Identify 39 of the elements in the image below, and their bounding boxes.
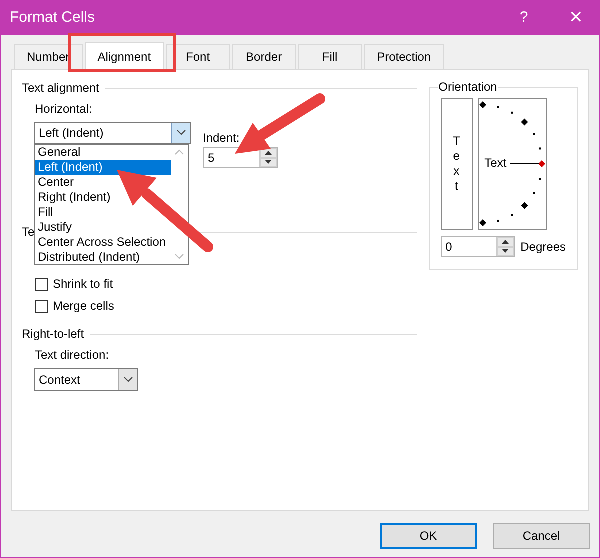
dropdown-option[interactable]: Fill bbox=[35, 205, 171, 220]
field-label: Degrees bbox=[520, 240, 566, 254]
chevron-down-icon bbox=[176, 130, 186, 136]
tab[interactable]: Protection bbox=[364, 44, 444, 69]
vertical-text-box[interactable]: Text bbox=[440, 98, 473, 230]
checkbox[interactable] bbox=[35, 278, 48, 290]
field-label: Horizontal: bbox=[34, 102, 94, 118]
text-direction-dropdown[interactable]: Context bbox=[34, 368, 138, 391]
dialog-button[interactable]: Cancel bbox=[493, 523, 590, 549]
indent-spinner[interactable]: 5 bbox=[203, 147, 278, 168]
dropdown-option[interactable]: Center bbox=[35, 175, 171, 190]
degrees-spinner[interactable]: 0 bbox=[440, 236, 515, 257]
chevron-down-icon bbox=[124, 376, 132, 382]
dialog-button[interactable]: OK bbox=[380, 523, 477, 549]
section-heading: Te bbox=[22, 225, 35, 239]
dropdown-option[interactable]: Distributed (Indent) bbox=[35, 250, 171, 265]
dropdown-option[interactable]: Justify bbox=[35, 220, 171, 235]
dropdown-option[interactable]: General bbox=[35, 145, 171, 160]
section-heading: Text alignment bbox=[22, 81, 100, 95]
tab[interactable]: Number bbox=[14, 44, 83, 69]
checkbox-label: Shrink to fit bbox=[53, 277, 114, 291]
tab[interactable]: Font bbox=[166, 44, 230, 69]
close-button[interactable]: ✕ bbox=[565, 7, 587, 28]
window-title: Format Cells bbox=[10, 9, 96, 26]
dropdown-option[interactable]: Right (Indent) bbox=[35, 190, 171, 205]
tab[interactable]: Fill bbox=[298, 44, 362, 69]
help-button[interactable]: ? bbox=[513, 9, 535, 26]
checkbox[interactable] bbox=[35, 300, 48, 312]
section-heading: Orientation bbox=[438, 80, 498, 94]
horizontal-dropdown[interactable]: Left (Indent) bbox=[34, 122, 191, 144]
tab[interactable]: Alignment bbox=[84, 42, 164, 70]
checkbox-label: Merge cells bbox=[53, 299, 114, 313]
section-heading: Right-to-left bbox=[22, 327, 84, 341]
dropdown-option[interactable]: Center Across Selection bbox=[35, 235, 171, 250]
field-label: Indent: bbox=[203, 131, 241, 145]
field-label: Text direction: bbox=[34, 348, 110, 364]
dial-text: Text bbox=[484, 156, 507, 170]
tab[interactable]: Border bbox=[232, 44, 296, 69]
dropdown-option[interactable]: Left (Indent) bbox=[35, 160, 171, 175]
